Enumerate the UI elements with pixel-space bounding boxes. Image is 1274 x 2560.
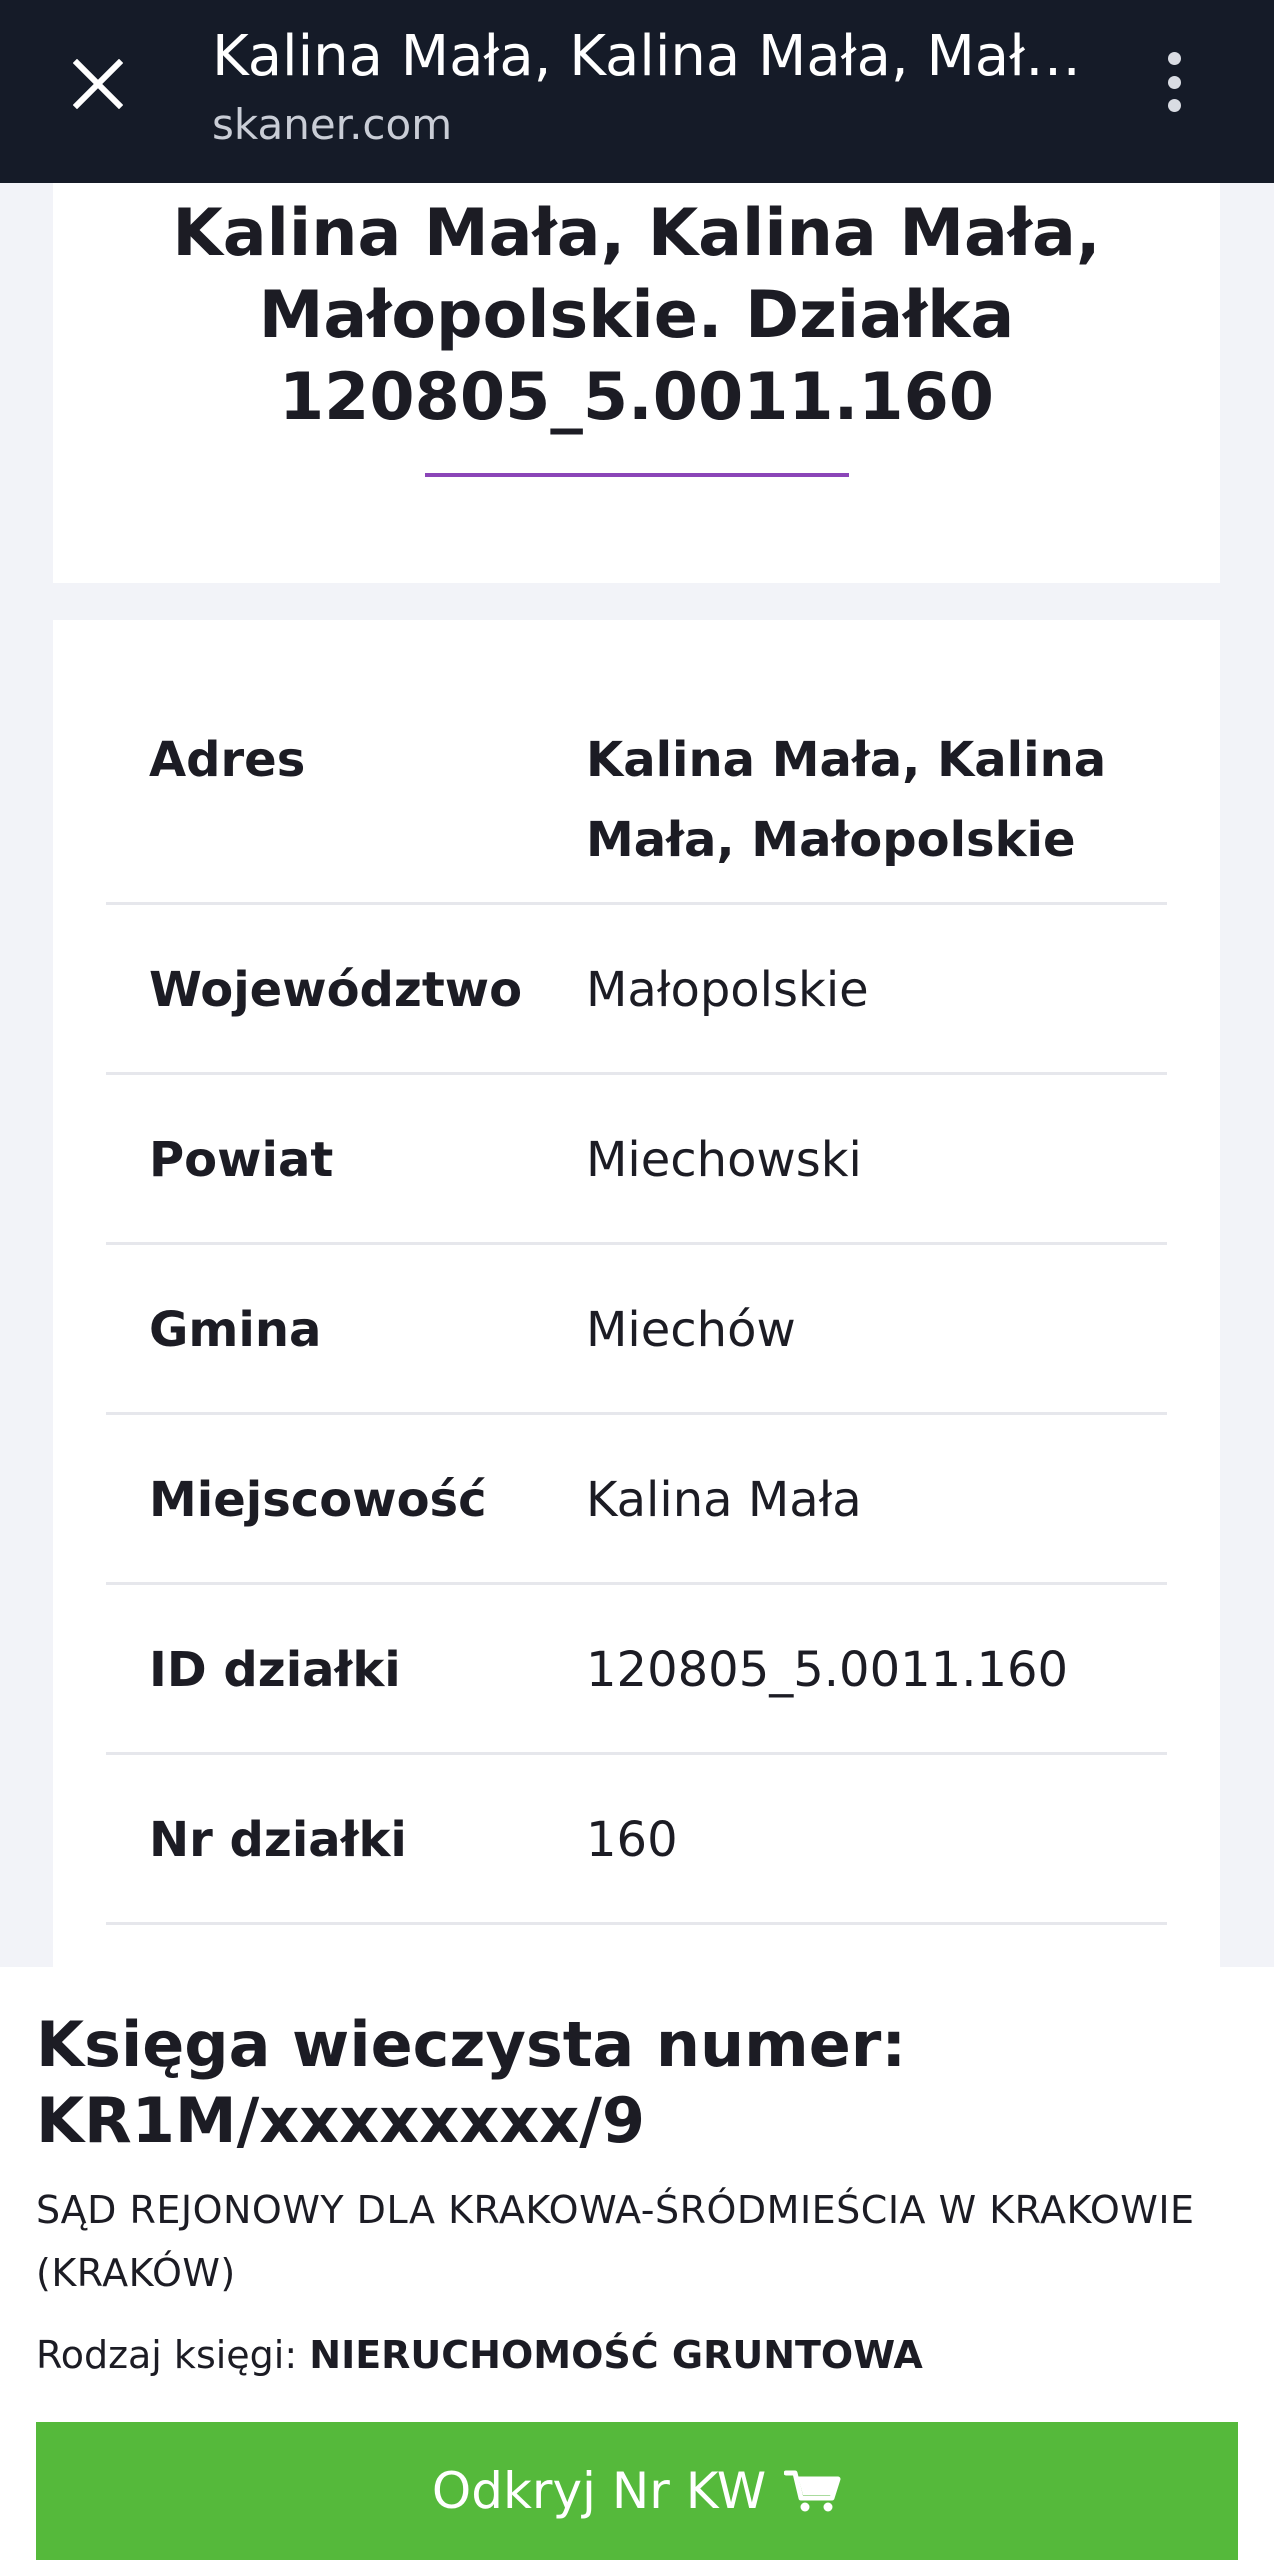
register-type-line: Rodzaj księgi: NIERUCHOMOŚĆ GRUNTOWA <box>36 2325 923 2385</box>
detail-label: Adres <box>149 732 306 788</box>
close-icon <box>73 59 123 109</box>
cart-icon <box>784 2470 841 2512</box>
close-button[interactable] <box>62 48 134 120</box>
page-title: Kalina Mała, Kalina Mała, Małopolskie. D… <box>172 196 1101 435</box>
land-register-heading: Księga wieczysta numer: KR1M/xxxxxxxx/9 <box>36 2008 907 2157</box>
reveal-kw-button[interactable]: Odkryj Nr KW <box>36 2422 1238 2560</box>
detail-row-commune: Gmina Miechów <box>106 1245 1167 1415</box>
register-type-label: Rodzaj księgi: <box>36 2333 298 2377</box>
detail-row-address: Adres Kalina Mała, Kalina Mała, Małopols… <box>106 700 1167 905</box>
browser-top-bar: Kalina Mała, Kalina Mała, Mało... skaner… <box>0 0 1274 183</box>
browser-tab-title: Kalina Mała, Kalina Mała, Mało... <box>212 24 1092 89</box>
detail-label: ID działki <box>149 1642 401 1698</box>
court-name: SĄD REJONOWY DLA KRAKOWA-ŚRÓDMIEŚCIA W K… <box>36 2188 1195 2295</box>
detail-row-voivodeship: Województwo Małopolskie <box>106 905 1167 1075</box>
reveal-kw-button-label: Odkryj Nr KW <box>431 2462 767 2520</box>
detail-row-plot-id: ID działki 120805_5.0011.160 <box>106 1585 1167 1755</box>
detail-row-county: Powiat Miechowski <box>106 1075 1167 1245</box>
detail-row-plot-number: Nr działki 160 <box>106 1755 1167 1925</box>
title-divider <box>425 473 849 477</box>
more-vertical-icon <box>1167 52 1181 65</box>
browser-url: skaner.com <box>212 100 453 149</box>
detail-value: 160 <box>586 1812 678 1868</box>
detail-label: Gmina <box>149 1302 322 1358</box>
land-register-panel: Księga wieczysta numer: KR1M/xxxxxxxx/9 … <box>0 1967 1274 2560</box>
detail-label: Województwo <box>149 962 523 1018</box>
detail-value: Miechowski <box>586 1132 862 1188</box>
more-options-button[interactable] <box>1150 40 1198 124</box>
title-card: Kalina Mała, Kalina Mała, Małopolskie. D… <box>53 183 1220 583</box>
detail-value: 120805_5.0011.160 <box>586 1642 1069 1698</box>
detail-value: Kalina Mała, Kalina Mała, Małopolskie <box>586 732 1107 868</box>
detail-label: Miejscowość <box>149 1472 487 1528</box>
detail-value: Miechów <box>586 1302 796 1358</box>
detail-row-locality: Miejscowość Kalina Mała <box>106 1415 1167 1585</box>
details-card: Adres Kalina Mała, Kalina Mała, Małopols… <box>53 620 1220 2020</box>
detail-value: Małopolskie <box>586 962 869 1018</box>
register-type-value: NIERUCHOMOŚĆ GRUNTOWA <box>309 2333 923 2377</box>
detail-value: Kalina Mała <box>586 1472 862 1528</box>
detail-label: Powiat <box>149 1132 334 1188</box>
detail-label: Nr działki <box>149 1812 407 1868</box>
